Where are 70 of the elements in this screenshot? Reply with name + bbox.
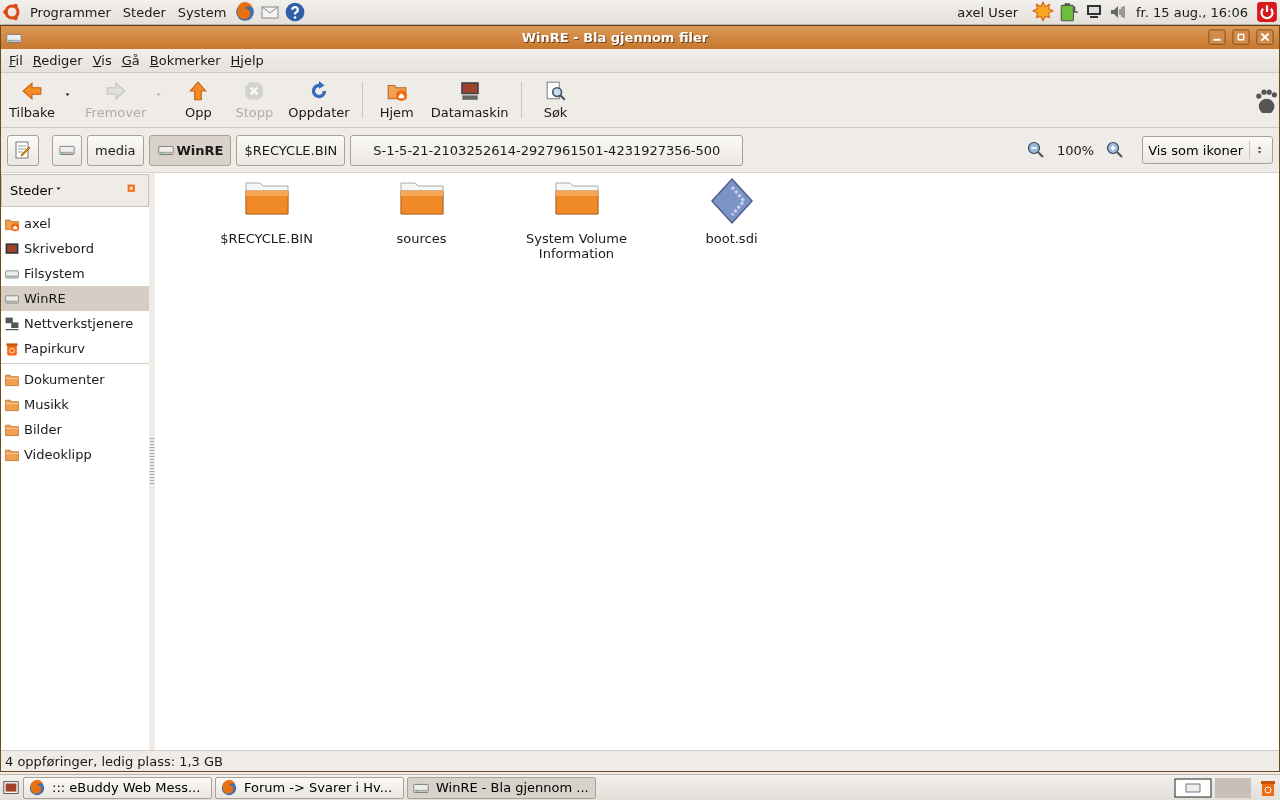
desktop-icon xyxy=(4,240,20,257)
sidebar-item[interactable]: Nettverkstjenere xyxy=(1,311,149,336)
toolbar-button[interactable]: Oppdater xyxy=(282,76,356,124)
menu-item[interactable]: Hjelp xyxy=(225,53,269,68)
path-button[interactable]: media xyxy=(87,134,144,166)
file-name[interactable]: System Volume Information xyxy=(511,231,642,261)
toolbar-button[interactable]: Opp xyxy=(170,76,227,124)
sidebar-item[interactable]: Filsystem xyxy=(1,261,149,286)
sidebar-item[interactable]: Musikk xyxy=(1,392,149,417)
taskbar-button[interactable]: Forum -> Svarer i Hv... xyxy=(215,776,404,799)
resize-grip[interactable] xyxy=(150,438,154,486)
sidebar-item[interactable]: Videoklipp xyxy=(1,442,149,467)
panel-menu[interactable]: Steder xyxy=(118,4,170,20)
path-scroll-button[interactable] xyxy=(52,134,82,166)
file-name[interactable]: sources xyxy=(396,231,447,246)
zoom-out-icon[interactable] xyxy=(1025,140,1046,160)
show-desktop-icon[interactable] xyxy=(2,778,20,797)
menu-item[interactable]: Vis xyxy=(87,53,117,68)
sidebar-item[interactable]: Papirkurv xyxy=(1,336,149,361)
menu-item[interactable]: Gå xyxy=(116,53,145,68)
file-name[interactable]: boot.sdi xyxy=(705,231,758,246)
document-edit-icon xyxy=(13,140,33,160)
browser-launcher-icon[interactable] xyxy=(234,1,257,23)
minimize-icon[interactable] xyxy=(1207,28,1227,47)
help-icon[interactable] xyxy=(284,1,307,23)
sidebar-item[interactable]: Dokumenter xyxy=(1,367,149,392)
right-arrow-icon xyxy=(104,80,127,102)
panel-menu[interactable]: Programmer xyxy=(26,4,115,20)
zoom-level: 100% xyxy=(1056,142,1095,158)
sidebar-item[interactable]: Bilder xyxy=(1,417,149,442)
path-button[interactable]: WinRE xyxy=(148,134,232,166)
up-arrow-icon xyxy=(187,80,210,102)
menu-item[interactable]: Fil xyxy=(4,53,28,68)
path-button[interactable]: S-1-5-21-2103252614-2927961501-4231927356-500 xyxy=(350,134,744,166)
computer-icon xyxy=(458,80,481,102)
workspace-switcher[interactable] xyxy=(1215,777,1251,798)
stop-icon xyxy=(243,80,266,102)
taskbar-button[interactable]: ::: eBuddy Web Mess... xyxy=(23,776,212,799)
close-icon[interactable] xyxy=(1255,28,1275,47)
sidebar-item[interactable]: Skrivebord xyxy=(1,236,149,261)
toolbar-button[interactable]: Datamaskin xyxy=(424,76,515,124)
network-icon xyxy=(4,315,20,332)
sidebar-item[interactable]: axel xyxy=(1,211,149,236)
workspace-switcher-icon[interactable] xyxy=(1174,777,1212,798)
user-name[interactable]: axel User xyxy=(957,4,1018,20)
maximize-icon[interactable] xyxy=(1231,28,1251,47)
left-arrow-icon xyxy=(21,80,43,102)
search-icon xyxy=(544,80,567,102)
sidebar-item[interactable]: WinRE xyxy=(1,286,149,311)
file-name[interactable]: $RECYCLE.BIN xyxy=(220,231,313,246)
window-title: WinRE - Bla gjennom filer xyxy=(520,30,710,45)
taskbar-button[interactable]: WinRE - Bla gjennom ... xyxy=(407,776,596,799)
status-text: 4 oppføringer, ledig plass: 1,3 GB xyxy=(5,753,223,769)
menu-item[interactable]: Bokmerker xyxy=(144,53,226,68)
power-icon[interactable] xyxy=(1256,1,1278,23)
menu-item[interactable]: Rediger xyxy=(27,53,88,68)
logo-icon[interactable] xyxy=(2,2,22,22)
update-notifier-icon[interactable] xyxy=(1032,1,1054,23)
edit-location-button[interactable] xyxy=(7,134,39,166)
toolbar-button[interactable]: Søk xyxy=(527,76,584,124)
view-selector[interactable]: Vis som ikoner xyxy=(1142,136,1273,164)
toolbar-button[interactable]: Hjem xyxy=(368,76,425,124)
panel-menu[interactable]: System xyxy=(173,4,231,20)
trash-icon xyxy=(4,340,20,357)
clock[interactable]: fr. 15 aug., 16:06 xyxy=(1132,4,1252,20)
globe-icon xyxy=(28,778,46,797)
toolbar-button[interactable]: Tilbake xyxy=(3,76,62,124)
globe-icon xyxy=(220,778,238,797)
battery-icon[interactable] xyxy=(1058,1,1080,23)
path-button[interactable]: $RECYCLE.BIN xyxy=(236,134,346,166)
